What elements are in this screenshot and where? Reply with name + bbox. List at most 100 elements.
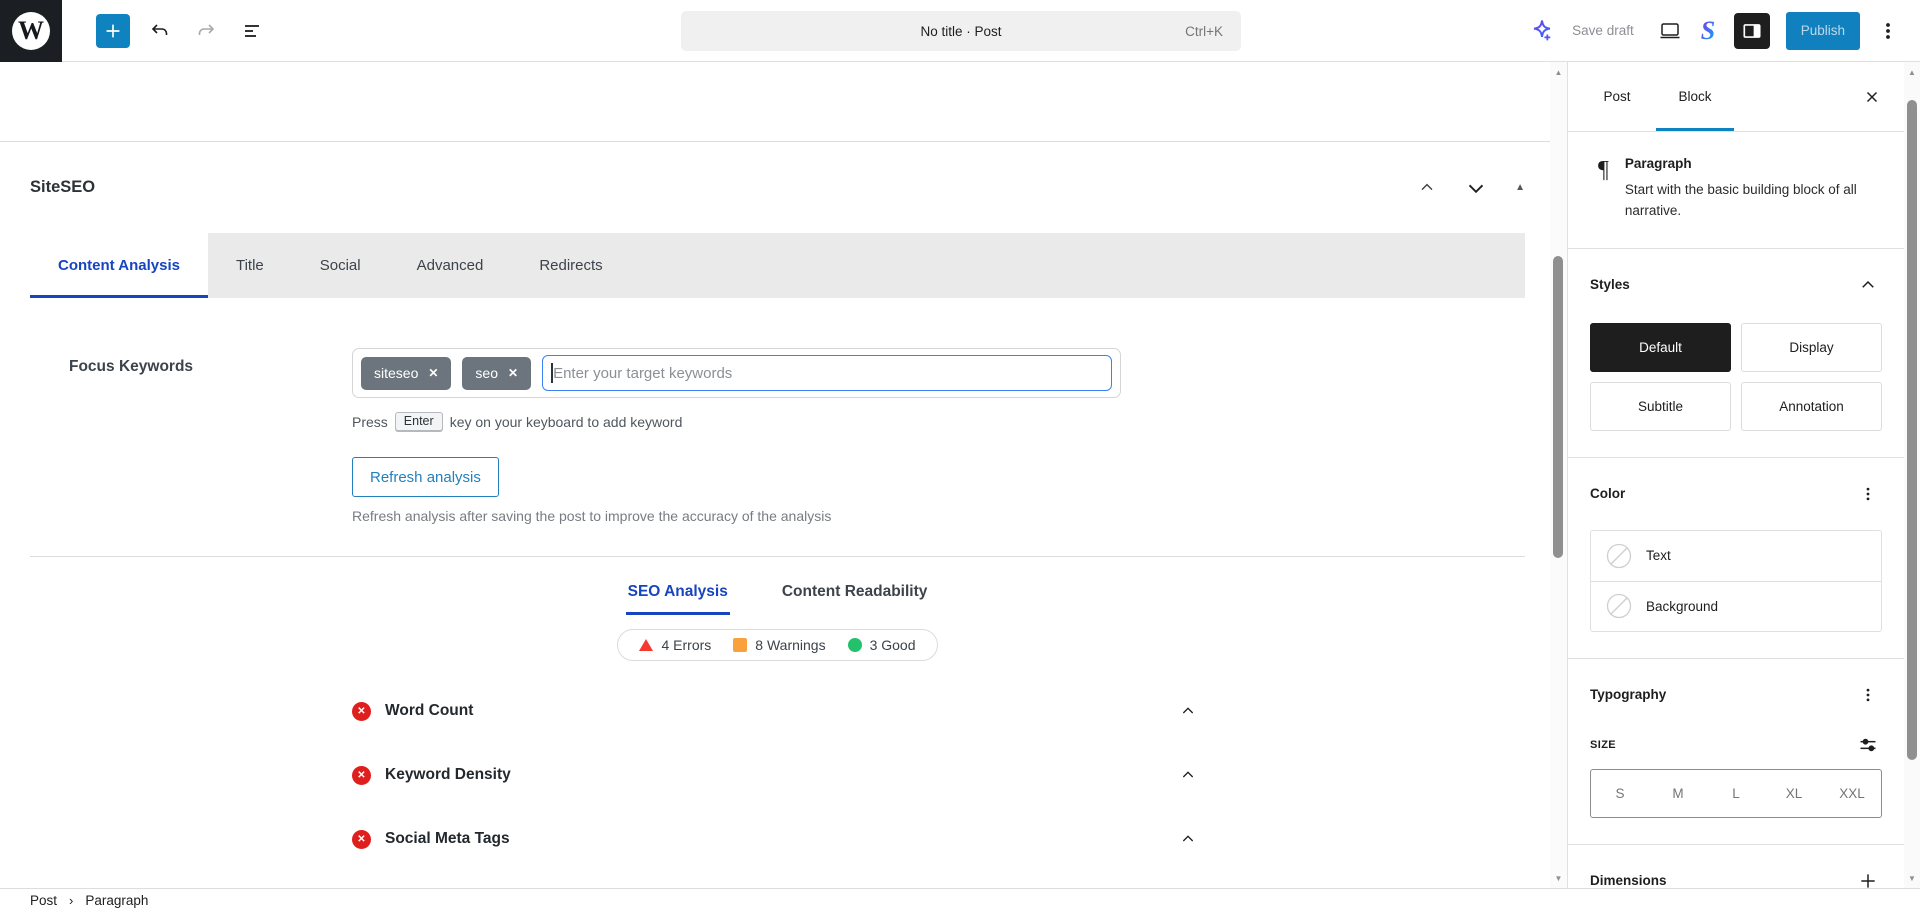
size-l-button[interactable]: L [1707, 770, 1765, 817]
kebab-menu-icon [1877, 20, 1899, 42]
collapse-button[interactable] [1180, 767, 1196, 783]
scroll-down-arrow[interactable]: ▼ [1550, 870, 1567, 886]
settings-sidebar-toggle[interactable] [1734, 13, 1770, 49]
publish-button[interactable]: Publish [1786, 12, 1860, 50]
metabox-move-up-button[interactable] [1417, 178, 1437, 198]
warnings-count: 8 Warnings [755, 637, 825, 653]
color-row-label: Text [1646, 548, 1671, 563]
styles-collapse-button[interactable] [1854, 271, 1882, 299]
tab-content-readability[interactable]: Content Readability [780, 573, 930, 615]
analysis-row-label: Keyword Density [385, 766, 511, 784]
style-default-button[interactable]: Default [1590, 323, 1731, 372]
metabox-toggle-button[interactable]: ▲ [1515, 182, 1525, 193]
wordpress-logo[interactable]: W [0, 0, 62, 62]
typography-panel-header: Typography [1590, 681, 1882, 709]
undo-button[interactable] [140, 11, 180, 51]
chevron-up-icon [1180, 703, 1196, 719]
size-m-button[interactable]: M [1649, 770, 1707, 817]
keyword-tag-text: seo [475, 365, 498, 381]
refresh-help-text: Refresh analysis after saving the post t… [352, 508, 1142, 524]
analysis-row-word-count[interactable]: ✕ Word Count [352, 679, 1196, 743]
color-options-button[interactable] [1854, 480, 1882, 508]
chevron-up-icon [1417, 178, 1437, 198]
color-panel: Color Text Background [1568, 458, 1904, 659]
scroll-down-arrow[interactable]: ▼ [1904, 870, 1920, 886]
error-status-icon: ✕ [352, 702, 371, 721]
metabox-move-down-button[interactable] [1463, 175, 1489, 201]
warning-square-icon [733, 638, 747, 652]
breadcrumb-post[interactable]: Post [30, 893, 57, 908]
text-caret [551, 363, 553, 383]
ai-assistant-button[interactable] [1522, 11, 1562, 51]
list-view-icon [241, 20, 263, 42]
remove-keyword-button[interactable]: ✕ [508, 367, 518, 379]
style-annotation-button[interactable]: Annotation [1741, 382, 1882, 431]
redo-icon [195, 20, 217, 42]
svg-text:S: S [1700, 16, 1714, 45]
sidebar-tabs: Post Block [1568, 62, 1904, 132]
typography-options-button[interactable] [1854, 681, 1882, 709]
sidebar-panel-icon [1741, 20, 1763, 42]
block-name: Paragraph [1625, 156, 1875, 171]
custom-size-button[interactable] [1854, 731, 1882, 759]
tab-content-analysis[interactable]: Content Analysis [30, 233, 208, 298]
typography-heading: Typography [1590, 687, 1666, 702]
preview-button[interactable] [1650, 11, 1690, 51]
scroll-up-arrow[interactable]: ▲ [1904, 64, 1920, 80]
block-inserter-button[interactable] [96, 14, 130, 48]
wordpress-block-editor: W No title · Post Ctrl+K [0, 0, 1920, 912]
scrollbar-thumb[interactable] [1553, 256, 1563, 558]
style-subtitle-button[interactable]: Subtitle [1590, 382, 1731, 431]
collapse-button[interactable] [1180, 831, 1196, 847]
keyword-hint: Press Enter key on your keyboard to add … [352, 412, 1142, 431]
typography-panel: Typography SIZE S M L XL XXL [1568, 659, 1904, 845]
close-sidebar-button[interactable] [1856, 81, 1888, 113]
post-content-area[interactable] [0, 62, 1550, 142]
keywords-container[interactable]: siteseo ✕ seo ✕ [352, 348, 1121, 398]
scroll-up-arrow[interactable]: ▲ [1550, 64, 1567, 80]
size-s-button[interactable]: S [1591, 770, 1649, 817]
dimensions-panel: Dimensions [1568, 845, 1904, 888]
options-menu-button[interactable] [1870, 11, 1906, 51]
size-xl-button[interactable]: XL [1765, 770, 1823, 817]
chevron-up-icon [1180, 767, 1196, 783]
styles-panel-header[interactable]: Styles [1590, 271, 1882, 299]
color-settings-group: Text Background [1590, 530, 1882, 632]
siteseo-topbar-button[interactable]: S [1690, 11, 1726, 51]
siteseo-tabbar: Content Analysis Title Social Advanced R… [30, 233, 1525, 298]
scrollbar-thumb[interactable] [1907, 100, 1917, 760]
page-scrollbar: ▲ ▼ [1904, 62, 1920, 888]
collapse-button[interactable] [1180, 703, 1196, 719]
tab-title[interactable]: Title [208, 233, 292, 298]
keyword-input[interactable] [542, 355, 1112, 391]
background-color-row[interactable]: Background [1591, 581, 1881, 631]
topbar-actions: Save draft S Publish [1522, 11, 1920, 51]
analysis-row-label: Word Count [385, 702, 473, 720]
summary-badge-pill: 4 Errors 8 Warnings 3 Good [617, 629, 937, 661]
tab-seo-analysis[interactable]: SEO Analysis [626, 573, 730, 615]
chevron-right-icon: › [69, 893, 73, 908]
redo-button[interactable] [186, 11, 226, 51]
analysis-row-social-meta-tags[interactable]: ✕ Social Meta Tags [352, 807, 1196, 871]
tab-redirects[interactable]: Redirects [511, 233, 630, 298]
save-draft-button[interactable]: Save draft [1572, 23, 1634, 38]
analysis-row-keyword-density[interactable]: ✕ Keyword Density [352, 743, 1196, 807]
error-status-icon: ✕ [352, 766, 371, 785]
remove-keyword-button[interactable]: ✕ [428, 367, 438, 379]
good-circle-icon [848, 638, 862, 652]
no-color-icon [1606, 543, 1632, 569]
tab-advanced[interactable]: Advanced [389, 233, 512, 298]
hint-prefix: Press [352, 414, 388, 430]
command-center-bar[interactable]: No title · Post Ctrl+K [681, 11, 1241, 51]
dimensions-add-button[interactable] [1854, 867, 1882, 888]
wordpress-w-icon: W [12, 12, 50, 50]
document-overview-button[interactable] [232, 11, 272, 51]
refresh-analysis-button[interactable]: Refresh analysis [352, 457, 499, 497]
tab-block[interactable]: Block [1656, 62, 1734, 131]
tab-post[interactable]: Post [1578, 62, 1656, 131]
text-color-row[interactable]: Text [1591, 531, 1881, 581]
size-xxl-button[interactable]: XXL [1823, 770, 1881, 817]
tab-social[interactable]: Social [292, 233, 389, 298]
document-title: No title · Post [920, 24, 1001, 39]
style-display-button[interactable]: Display [1741, 323, 1882, 372]
